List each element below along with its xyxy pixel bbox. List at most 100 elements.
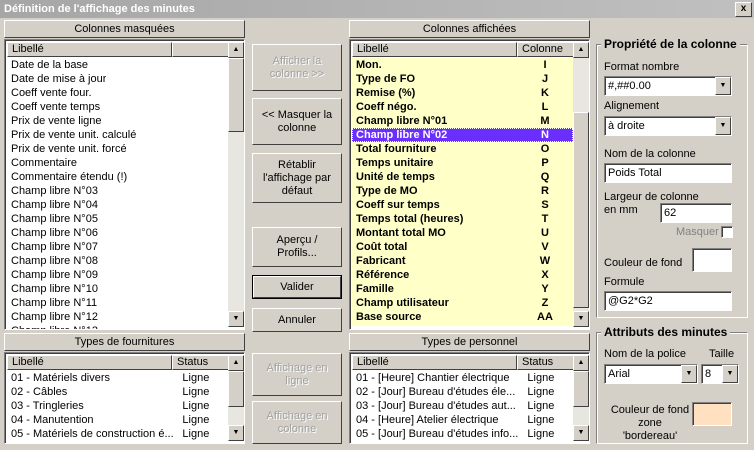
list-item[interactable]: Champ libre N°03 — [7, 184, 228, 198]
column-width-input[interactable]: 62 — [660, 203, 732, 223]
validate-button[interactable]: Valider — [252, 275, 342, 299]
hide-column-button[interactable]: << Masquer la colonne — [252, 98, 342, 145]
table-row[interactable]: Type de FO J — [352, 72, 573, 86]
scroll-down-icon[interactable]: ▼ — [228, 425, 244, 441]
preview-profiles-button[interactable]: Aperçu / Profils... — [252, 227, 342, 267]
font-size-select[interactable]: 8 ▼ — [701, 364, 739, 384]
number-format-select[interactable]: #,##0.00 ▼ — [604, 76, 732, 96]
table-row[interactable]: 05 - Matériels de construction é... Ligne — [7, 427, 228, 441]
table-row[interactable]: 04 - [Heure] Atelier électrique Ligne — [352, 413, 573, 427]
staff-types-list[interactable]: Libellé Status 01 - [Heure] Chantier éle… — [349, 352, 590, 444]
list-item[interactable]: Date de la base — [7, 58, 228, 72]
list-item[interactable]: Champ libre N°06 — [7, 226, 228, 240]
cancel-button[interactable]: Annuler — [252, 308, 342, 332]
list-item[interactable]: Prix de vente ligne — [7, 114, 228, 128]
list-item[interactable]: Champ libre N°07 — [7, 240, 228, 254]
list-item[interactable]: Commentaire étendu (!) — [7, 170, 228, 184]
table-row[interactable]: Coeff négo. L — [352, 100, 573, 114]
supply-types-scrollbar[interactable]: ▲ ▼ — [228, 355, 244, 441]
scroll-thumb[interactable] — [228, 58, 244, 132]
list-item[interactable]: Champ libre N°05 — [7, 212, 228, 226]
chevron-down-icon[interactable]: ▼ — [722, 365, 738, 383]
list-item[interactable]: Champ libre N°09 — [7, 268, 228, 282]
table-row[interactable]: 03 - Tringleries Ligne — [7, 399, 228, 413]
table-row[interactable]: Coût total V — [352, 240, 573, 254]
list-item[interactable]: Champ libre N°10 — [7, 282, 228, 296]
alignment-select[interactable]: à droite ▼ — [604, 116, 732, 136]
list-item[interactable]: Prix de vente unit. calculé — [7, 128, 228, 142]
table-row[interactable]: Unité de temps Q — [352, 170, 573, 184]
close-icon[interactable]: x — [735, 2, 752, 17]
formula-input[interactable]: @G2*G2 — [604, 291, 732, 311]
header-blank[interactable] — [172, 42, 229, 57]
hide-checkbox[interactable] — [721, 226, 733, 238]
table-row[interactable]: Total fourniture O — [352, 142, 573, 156]
supply-types-list[interactable]: Libellé Status 01 - Matériels divers Lign… — [4, 352, 245, 444]
table-row[interactable]: 05 - [Jour] Bureau d'études info... Ligne — [352, 427, 573, 441]
table-row[interactable]: Champ utilisateur Z — [352, 296, 573, 310]
table-row[interactable]: 04 - Manutention Ligne — [7, 413, 228, 427]
bg-color-swatch[interactable] — [692, 248, 732, 272]
table-row[interactable]: Référence X — [352, 268, 573, 282]
show-column-button[interactable]: Afficher la colonne >> — [252, 44, 342, 91]
scroll-up-icon[interactable]: ▲ — [228, 42, 244, 58]
list-item[interactable]: Champ libre N°04 — [7, 198, 228, 212]
scroll-up-icon[interactable]: ▲ — [228, 355, 244, 371]
reset-display-button[interactable]: Rétablir l'affichage par défaut — [252, 153, 342, 203]
list-item[interactable]: Date de mise à jour — [7, 72, 228, 86]
list-item[interactable]: Champ libre N°13 — [7, 324, 228, 329]
table-row[interactable]: 02 - [Jour] Bureau d'études éle... Ligne — [352, 385, 573, 399]
chevron-down-icon[interactable]: ▼ — [715, 77, 731, 95]
list-item[interactable]: Champ libre N°11 — [7, 296, 228, 310]
table-row[interactable]: 01 - Matériels divers Ligne — [7, 371, 228, 385]
table-row[interactable]: 02 - Câbles Ligne — [7, 385, 228, 399]
table-row[interactable]: 03 - [Jour] Bureau d'études aut... Ligne — [352, 399, 573, 413]
header-libelle[interactable]: Libellé — [7, 42, 172, 57]
column-name-input[interactable]: Poids Total — [604, 163, 732, 183]
header-libelle[interactable]: Libellé — [7, 355, 172, 370]
list-item[interactable]: Champ libre N°12 — [7, 310, 228, 324]
scroll-down-icon[interactable]: ▼ — [573, 311, 589, 327]
chevron-down-icon[interactable]: ▼ — [715, 117, 731, 135]
table-row[interactable]: Champ libre N°01 M — [352, 114, 573, 128]
hidden-columns-list[interactable]: Libellé Date de la base Date de mise à jo… — [4, 39, 245, 330]
list-item[interactable]: Champ libre N°08 — [7, 254, 228, 268]
list-item[interactable]: Coeff vente temps — [7, 100, 228, 114]
list-item[interactable]: Commentaire — [7, 156, 228, 170]
table-row[interactable]: Champ libre N°02 N — [352, 128, 573, 142]
staff-types-scrollbar[interactable]: ▲ ▼ — [573, 355, 589, 441]
shown-columns-scrollbar[interactable]: ▲ ▼ — [573, 42, 589, 327]
scroll-up-icon[interactable]: ▲ — [573, 355, 589, 371]
table-row[interactable]: Temps unitaire P — [352, 156, 573, 170]
table-row[interactable]: Base source AA — [352, 310, 573, 324]
scroll-up-icon[interactable]: ▲ — [573, 42, 589, 58]
show-in-column-button[interactable]: Affichage en colonne — [252, 401, 342, 444]
header-status[interactable]: Status — [517, 355, 574, 370]
scroll-down-icon[interactable]: ▼ — [573, 425, 589, 441]
shown-columns-list[interactable]: Libellé Colonne Mon. I Type de FO J Remise (… — [349, 39, 590, 330]
header-colonne[interactable]: Colonne — [517, 42, 574, 57]
table-row[interactable]: Fabricant W — [352, 254, 573, 268]
list-item[interactable]: Coeff vente four. — [7, 86, 228, 100]
header-libelle[interactable]: Libellé — [352, 42, 517, 57]
table-row[interactable]: Coeff sur temps S — [352, 198, 573, 212]
table-row[interactable]: Type de MO R — [352, 184, 573, 198]
header-libelle[interactable]: Libellé — [352, 355, 517, 370]
show-in-line-button[interactable]: Affichage en ligne — [252, 353, 342, 396]
list-item[interactable]: Prix de vente unit. forcé — [7, 142, 228, 156]
table-row[interactable]: 01 - [Heure] Chantier électrique Ligne — [352, 371, 573, 385]
header-status[interactable]: Status — [172, 355, 229, 370]
chevron-down-icon[interactable]: ▼ — [681, 365, 697, 383]
table-row[interactable]: Famille Y — [352, 282, 573, 296]
table-row[interactable]: Montant total MO U — [352, 226, 573, 240]
table-row[interactable]: Remise (%) K — [352, 86, 573, 100]
zone-color-swatch[interactable] — [692, 402, 732, 426]
scroll-down-icon[interactable]: ▼ — [228, 311, 244, 327]
table-row[interactable]: Temps total (heures) T — [352, 212, 573, 226]
font-name-select[interactable]: Arial ▼ — [604, 364, 698, 384]
table-row[interactable]: Mon. I — [352, 58, 573, 72]
hidden-columns-scrollbar[interactable]: ▲ ▼ — [228, 42, 244, 327]
scroll-thumb[interactable] — [573, 371, 589, 407]
scroll-thumb[interactable] — [228, 371, 244, 407]
scroll-thumb[interactable] — [573, 112, 589, 308]
